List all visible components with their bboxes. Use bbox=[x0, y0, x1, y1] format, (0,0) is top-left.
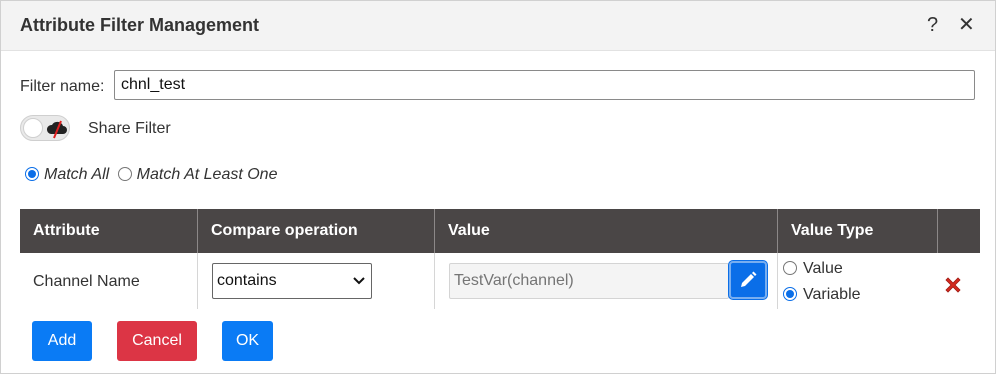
compare-operation-value: contains bbox=[217, 272, 277, 289]
edit-value-button[interactable] bbox=[729, 261, 767, 299]
cell-attribute: Channel Name bbox=[33, 273, 140, 290]
share-filter-label: Share Filter bbox=[88, 120, 171, 137]
cell-compare-operation: contains bbox=[197, 253, 434, 309]
cloud-off-icon bbox=[46, 120, 67, 139]
match-all-radio[interactable] bbox=[25, 167, 39, 181]
cell-value-type: Value Variable bbox=[777, 253, 937, 309]
close-button[interactable]: ✕ bbox=[958, 13, 975, 37]
compare-operation-select[interactable]: contains bbox=[212, 263, 372, 299]
ok-button[interactable]: OK bbox=[222, 321, 273, 361]
toggle-knob bbox=[23, 118, 43, 138]
delete-row-icon[interactable] bbox=[943, 275, 963, 295]
match-mode-group: Match All Match At Least One bbox=[25, 166, 277, 184]
chevron-down-icon bbox=[353, 264, 365, 311]
value-type-variable-label: Variable bbox=[803, 286, 861, 303]
filter-name-input[interactable] bbox=[114, 70, 975, 100]
table-row: Channel Name contains TestVar(channel) V… bbox=[20, 253, 980, 309]
match-at-least-one-label: Match At Least One bbox=[136, 166, 278, 183]
cell-value: TestVar(channel) bbox=[434, 253, 777, 309]
value-type-option-variable: Variable bbox=[783, 286, 861, 304]
value-type-option-value: Value bbox=[783, 260, 843, 278]
value-type-value-radio[interactable] bbox=[783, 261, 797, 275]
value-type-variable-radio[interactable] bbox=[783, 287, 797, 301]
cancel-button[interactable]: Cancel bbox=[117, 321, 197, 361]
dialog-titlebar: Attribute Filter Management ? ✕ bbox=[1, 1, 995, 51]
add-button[interactable]: Add bbox=[32, 321, 92, 361]
help-button[interactable]: ? bbox=[927, 13, 938, 37]
value-type-value-label: Value bbox=[803, 260, 843, 277]
attribute-filter-dialog: Attribute Filter Management ? ✕ Filter n… bbox=[0, 0, 996, 374]
dialog-title: Attribute Filter Management bbox=[20, 15, 260, 35]
table-header: Attribute Compare operation Value Value … bbox=[20, 209, 980, 253]
header-value: Value bbox=[434, 209, 777, 253]
match-all-label: Match All bbox=[44, 166, 110, 183]
header-attribute: Attribute bbox=[33, 222, 100, 239]
header-value-type: Value Type bbox=[777, 209, 937, 253]
share-filter-toggle[interactable] bbox=[20, 115, 70, 141]
match-at-least-one-radio[interactable] bbox=[117, 167, 132, 181]
header-actions bbox=[937, 209, 980, 253]
pencil-icon bbox=[741, 271, 757, 287]
filter-name-label: Filter name: bbox=[20, 78, 105, 95]
value-input[interactable]: TestVar(channel) bbox=[449, 263, 729, 299]
header-compare-operation: Compare operation bbox=[197, 209, 434, 253]
